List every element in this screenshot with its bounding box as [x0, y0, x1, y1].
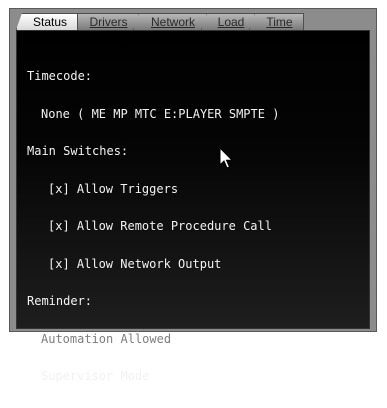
status-text-area: Timecode: None ( ME MP MTC E:PLAYER SMPT… — [27, 45, 279, 408]
mouse-pointer-icon — [219, 147, 234, 169]
switch-allow-network-output: [x] Allow Network Output — [48, 256, 222, 271]
tab-network-label: Network — [150, 15, 195, 29]
switch-allow-triggers: [x] Allow Triggers — [48, 181, 179, 196]
reminder-heading: Reminder: — [27, 294, 93, 308]
timecode-heading: Timecode: — [27, 69, 93, 83]
tab-status[interactable]: Status — [16, 13, 78, 30]
main-switches-heading: Main Switches: — [27, 144, 129, 158]
tab-time[interactable]: Time — [249, 13, 304, 30]
timecode-value: None ( ME MP MTC E:PLAYER SMPTE ) — [41, 106, 280, 121]
tab-status-label: Status — [32, 15, 68, 29]
tab-bar: Status Drivers Network Load Time — [16, 13, 372, 30]
tab-drivers[interactable]: Drivers — [72, 13, 139, 30]
tab-network[interactable]: Network — [133, 13, 207, 30]
status-panel: Timecode: None ( ME MP MTC E:PLAYER SMPT… — [16, 30, 370, 382]
tab-load[interactable]: Load — [201, 13, 255, 30]
switch-allow-remote-procedure-call: [x] Allow Remote Procedure Call — [48, 219, 272, 233]
tab-load-label: Load — [217, 15, 245, 29]
tab-time-label: Time — [266, 15, 293, 29]
tab-drivers-label: Drivers — [89, 15, 128, 29]
window-frame: Status Drivers Network Load Time Timecod… — [9, 8, 377, 382]
reminder-automation-allowed: Automation Allowed — [41, 331, 172, 346]
reminder-supervisor-mode: Supervisor Mode — [41, 369, 150, 383]
